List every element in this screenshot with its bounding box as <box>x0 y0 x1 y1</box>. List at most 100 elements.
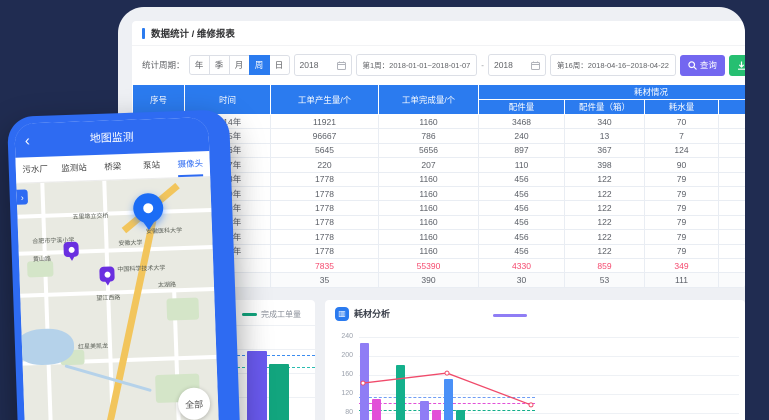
table-cell: 67 <box>719 172 746 186</box>
back-chevron-icon[interactable]: ‹ <box>25 133 31 148</box>
table-cell: 340 <box>565 115 645 129</box>
phone-tab[interactable]: 污水厂 <box>15 156 55 182</box>
gridline <box>359 337 739 338</box>
map-road <box>17 208 211 219</box>
table-cell: 1160 <box>379 244 479 258</box>
map-expand-button[interactable]: › <box>17 189 29 204</box>
table-cell: 786 <box>379 129 479 143</box>
table-cell: 456 <box>479 215 565 229</box>
table-cell: 11921 <box>271 115 379 129</box>
table-cell: 240 <box>479 129 565 143</box>
table-cell: 4330 <box>479 258 565 272</box>
table-cell: 35 <box>271 273 379 287</box>
table-cell: 1778 <box>271 215 379 229</box>
table-cell: 456 <box>479 230 565 244</box>
table-cell: 330 <box>719 258 746 272</box>
bar <box>432 410 441 420</box>
table-cell: 79 <box>645 244 719 258</box>
period-option[interactable]: 日 <box>269 55 290 75</box>
map-place-label: 安徽大学 <box>118 237 142 247</box>
table-cell: 67 <box>719 201 746 215</box>
table-cell: 140 <box>719 273 746 287</box>
table-cell: 122 <box>565 186 645 200</box>
map-place-label: 红星美凯龙 <box>78 341 108 351</box>
table-cell: 79 <box>645 201 719 215</box>
table-cell: 124 <box>645 143 719 157</box>
table-cell: 398 <box>565 158 645 172</box>
table-cell: 67 <box>719 186 746 200</box>
map-road <box>40 183 62 420</box>
export-excel-button[interactable]: 导出Excel <box>729 55 745 76</box>
table-cell: 30 <box>479 273 565 287</box>
y-axis-tick-label: 120 <box>327 390 353 397</box>
bar <box>396 365 405 420</box>
bar <box>247 351 267 420</box>
table-cell: 1778 <box>271 230 379 244</box>
table-cell: 67 <box>719 244 746 258</box>
bar <box>269 364 289 420</box>
period-option[interactable]: 周 <box>249 55 270 75</box>
bar <box>420 401 429 420</box>
map-place-label: 五里墩立交桥 <box>72 211 108 221</box>
table-cell: 456 <box>479 201 565 215</box>
period-option[interactable]: 年 <box>189 55 210 75</box>
end-year-value: 2018 <box>494 60 513 70</box>
map-place-label: 黄山路 <box>33 254 51 264</box>
table-cell: 1778 <box>271 244 379 258</box>
map-place-label: 望江西路 <box>96 292 120 302</box>
selected-camera-pin[interactable] <box>133 193 164 224</box>
sub-column-header: 配件量（箱） <box>565 100 645 115</box>
table-cell: 1160 <box>379 172 479 186</box>
table-cell: 456 <box>479 244 565 258</box>
table-cell: 122 <box>565 230 645 244</box>
table-cell: 367 <box>565 143 645 157</box>
table-cell: 67 <box>719 230 746 244</box>
consumables-chart-panel: ▥ 耗材分析 4080120160200240 <box>325 300 745 420</box>
map-view[interactable]: › 全部 五里墩立交桥合肥市宁溪小学安徽大学安徽医科大学黄山路中国科学技术大学太… <box>16 177 228 420</box>
table-cell: 456 <box>479 172 565 186</box>
table-cell: 111 <box>645 273 719 287</box>
table-cell: 1160 <box>379 201 479 215</box>
table-cell: 207 <box>379 158 479 172</box>
table-cell: 7835 <box>271 258 379 272</box>
phone-tab[interactable]: 监测站 <box>54 155 94 181</box>
sub-column-header: 配件量 <box>479 100 565 115</box>
period-option[interactable]: 季 <box>209 55 230 75</box>
phone-tab[interactable]: 摄像头 <box>170 151 210 177</box>
y-axis-tick-label: 200 <box>327 352 353 359</box>
table-cell: 220 <box>271 158 379 172</box>
consumables-combo-chart: 4080120160200240 <box>325 300 745 420</box>
search-button-label: 查询 <box>700 59 717 71</box>
table-cell: 90 <box>645 158 719 172</box>
column-header: 工单产生量/个 <box>271 85 379 115</box>
camera-pin[interactable] <box>99 266 115 282</box>
camera-pin[interactable] <box>63 242 79 258</box>
table-cell: 390 <box>379 273 479 287</box>
calendar-icon <box>337 61 346 70</box>
phone-tab[interactable]: 桥梁 <box>93 154 133 180</box>
table-cell: 110 <box>479 158 565 172</box>
y-axis-tick-label: 80 <box>327 409 353 416</box>
end-year-select[interactable]: 2018 <box>488 54 546 76</box>
breadcrumb-text: 数据统计 / 维修报表 <box>151 26 235 40</box>
start-year-select[interactable]: 2018 <box>294 54 352 76</box>
map-all-button[interactable]: 全部 <box>178 387 211 420</box>
period-option[interactable]: 月 <box>229 55 250 75</box>
table-cell: 122 <box>565 244 645 258</box>
filter-toolbar: 统计周期： 年季月周日 2018 第1周：2018-01-01~2018-01-… <box>132 46 745 84</box>
end-week-input[interactable]: 第16周：2018-04-16~2018-04-22 <box>550 54 676 76</box>
start-week-input[interactable]: 第1周：2018-01-01~2018-01-07 <box>356 54 478 76</box>
phone-tab[interactable]: 泵站 <box>132 152 172 178</box>
table-cell: 79 <box>645 172 719 186</box>
table-cell: 5656 <box>379 143 479 157</box>
table-cell: 79 <box>645 230 719 244</box>
table-cell: 53 <box>565 273 645 287</box>
range-separator: - <box>481 61 484 70</box>
map-place-label: 中国科学技术大学 <box>117 263 165 274</box>
search-button[interactable]: 查询 <box>680 55 725 76</box>
table-cell: 1160 <box>379 115 479 129</box>
phone-page-title: 地图监测 <box>89 129 134 147</box>
table-cell: 1778 <box>271 172 379 186</box>
gridline <box>359 413 739 414</box>
bar <box>456 410 465 420</box>
